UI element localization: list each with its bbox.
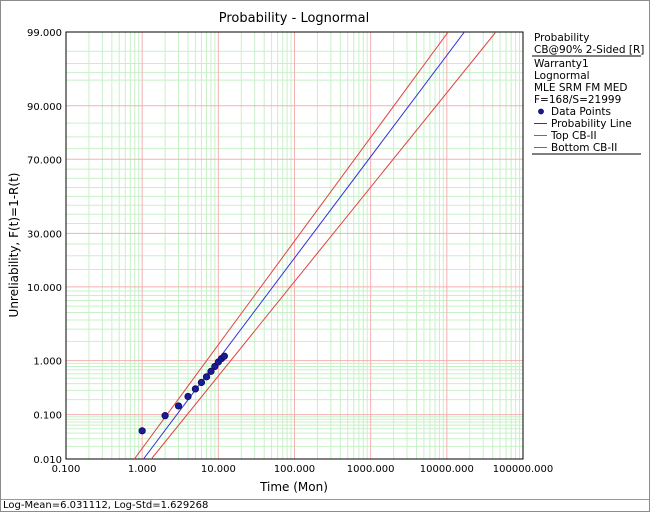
- plot-window: Probability - Lognormal 0.100 1.000 10.000…: [0, 0, 650, 512]
- y-axis-label: Unreliability, F(t)=1-R(t): [7, 173, 21, 318]
- data-point: [174, 402, 183, 410]
- y-tick-label: 30.000: [27, 229, 62, 240]
- legend-header-line1: Probability: [534, 32, 590, 44]
- legend-info-1: Warranty1: [534, 58, 589, 70]
- data-point: [161, 412, 169, 420]
- x-axis-label: Time (Mon): [259, 480, 328, 494]
- y-tick-label: 10.000: [27, 283, 62, 294]
- legend-info-4: F=168/S=21999: [534, 94, 621, 106]
- data-point: [197, 378, 206, 387]
- x-tick-label: 1000.000: [347, 464, 395, 475]
- y-tick-label: 70.000: [27, 155, 62, 166]
- legend-label-bottom-cb-ii: Bottom CB-II: [551, 142, 617, 154]
- data-point: [220, 352, 228, 360]
- data-point: [202, 373, 211, 381]
- status-text: Log-Mean=6.031112, Log-Std=1.629268: [3, 500, 209, 511]
- legend-info-2: Lognormal: [534, 70, 590, 82]
- y-tick-label: 0.100: [33, 411, 62, 422]
- legend-header-line2: CB@90% 2-Sided [R]: [534, 44, 644, 56]
- probability-chart: Probability - Lognormal 0.100 1.000 10.000…: [1, 1, 649, 498]
- data-point: [191, 385, 200, 393]
- y-tick-label: 1.000: [33, 357, 62, 368]
- legend-info-3: MLE SRM FM MED: [534, 82, 627, 94]
- x-tick-label: 1.000: [128, 464, 157, 475]
- x-tick-label: 100.000: [274, 464, 315, 475]
- x-tick-label: 100000.000: [493, 464, 553, 475]
- x-tick-label: 10000.000: [420, 464, 474, 475]
- legend-label-top-cb-ii: Top CB-II: [550, 130, 597, 142]
- y-tick-label: 90.000: [27, 102, 62, 113]
- y-tick-label: 99.000: [27, 28, 62, 39]
- status-bar: Log-Mean=6.031112, Log-Std=1.629268: [1, 499, 649, 511]
- data-point: [184, 392, 192, 401]
- y-tick-label: 0.010: [33, 455, 62, 466]
- x-tick-label: 10.000: [201, 464, 236, 475]
- data-point: [138, 427, 146, 435]
- chart-title: Probability - Lognormal: [219, 11, 369, 26]
- legend-label-data-points: Data Points: [551, 106, 611, 118]
- legend-label-probability-line: Probability Line: [551, 118, 632, 130]
- legend-marker-data-points: [538, 108, 544, 115]
